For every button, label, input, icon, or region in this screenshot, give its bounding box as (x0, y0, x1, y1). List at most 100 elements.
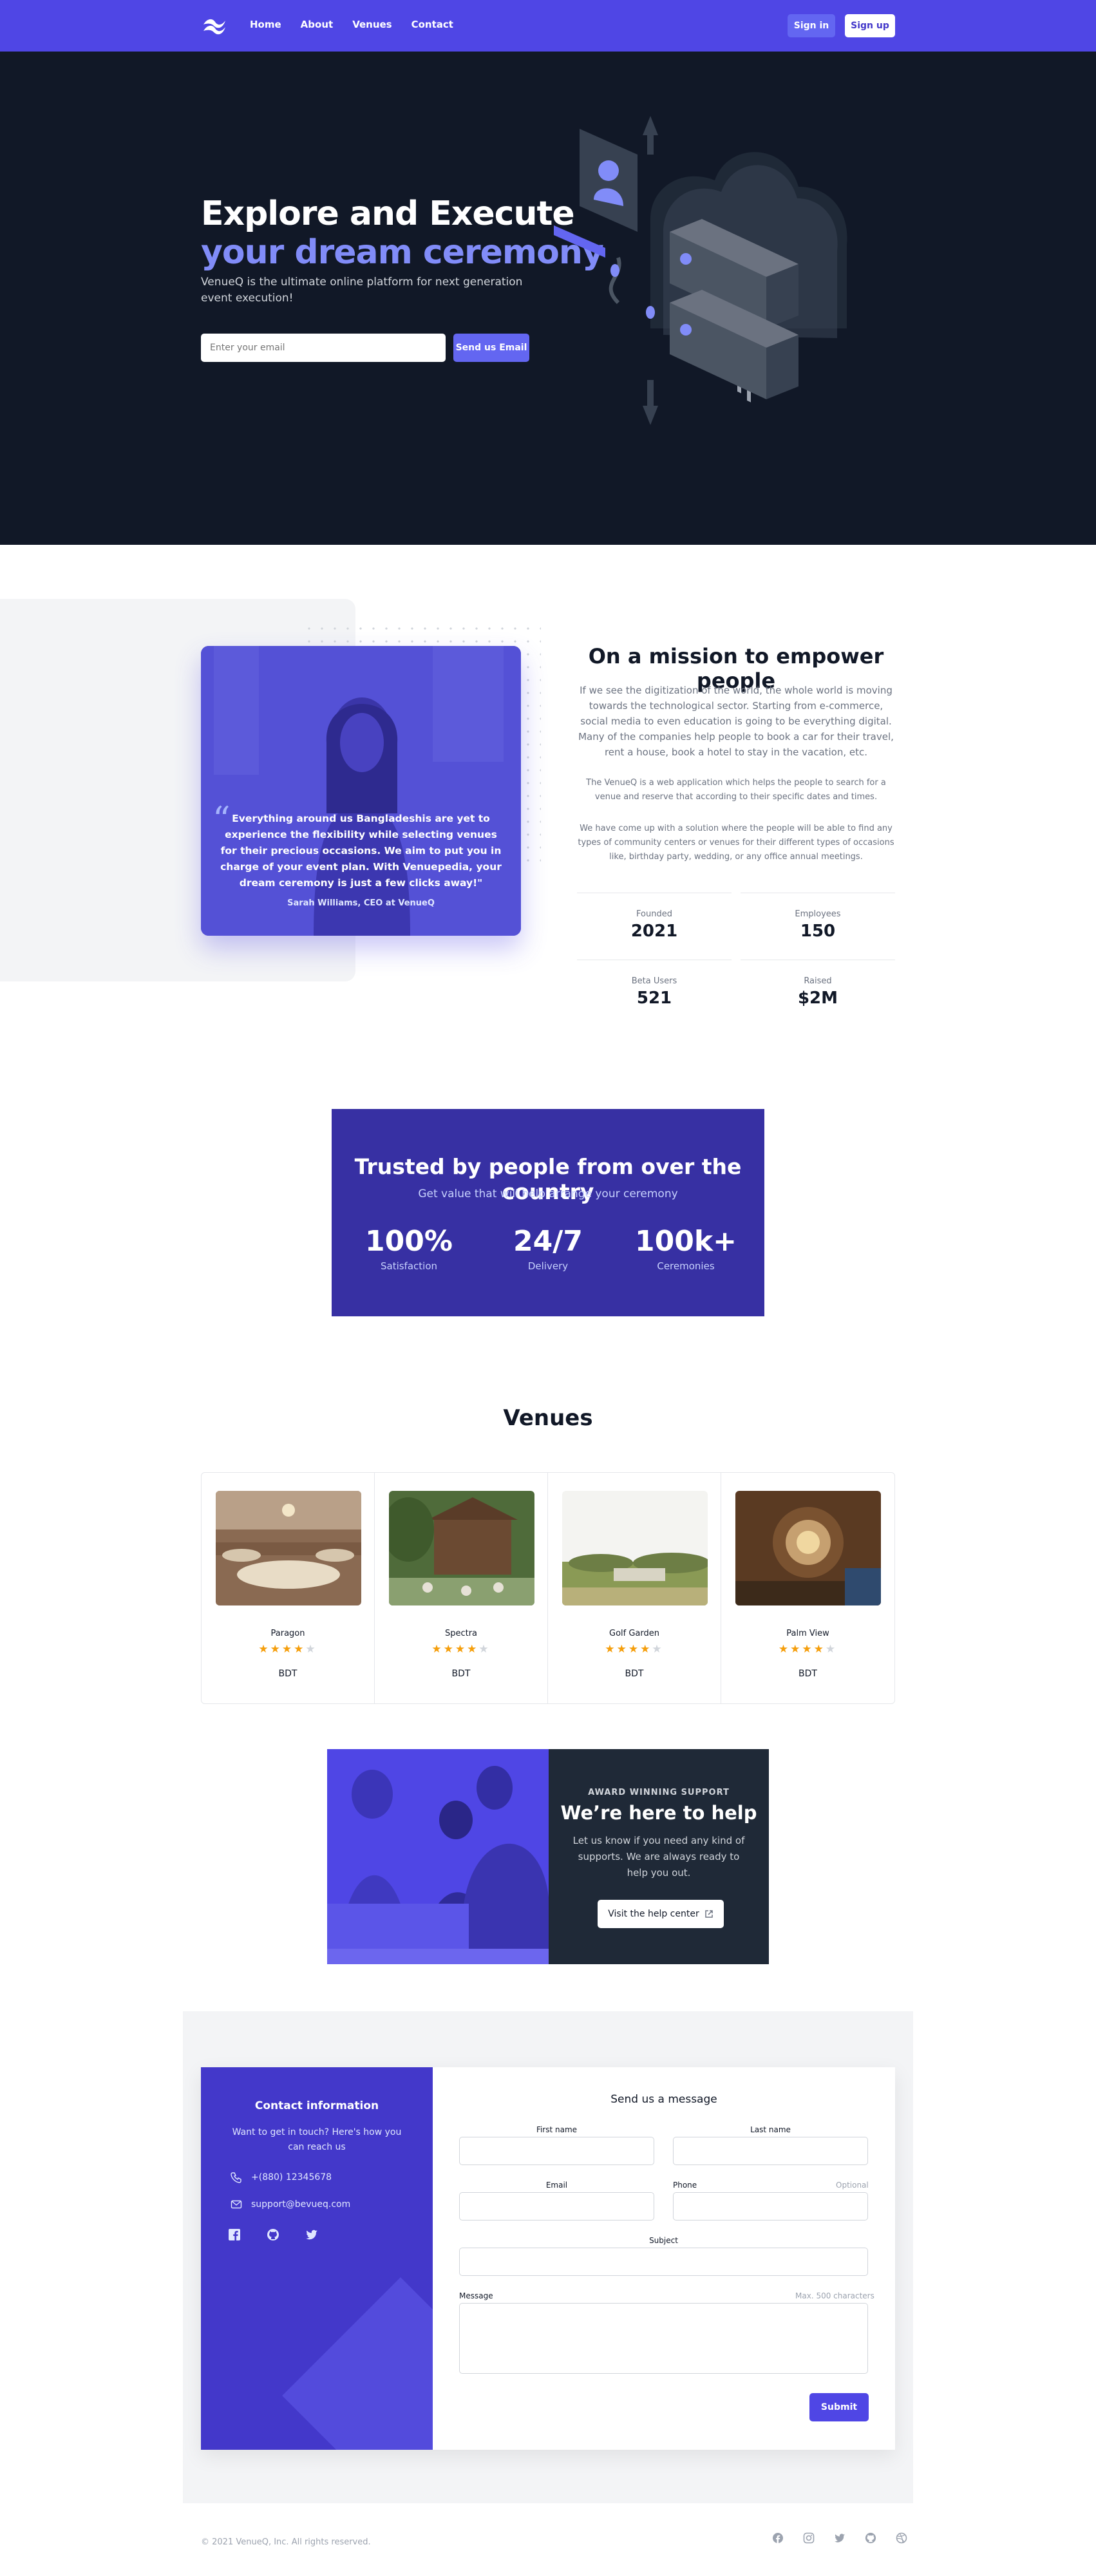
venue-currency: BDT (451, 1669, 471, 1679)
stat-founded: Founded 2021 (577, 893, 732, 960)
nav-link-about[interactable]: About (301, 19, 334, 30)
ceo-quote-card: “ Everything around us Bangladeshis are … (201, 646, 521, 936)
venue-rating-stars: ★★★★★ (431, 1643, 491, 1656)
mail-icon (231, 2200, 242, 2209)
trusted-banner: Trusted by people from over the country … (332, 1109, 764, 1316)
twitter-icon[interactable] (305, 2228, 318, 2241)
message-label: Message (459, 2291, 493, 2300)
subject-label: Subject (649, 2236, 678, 2245)
trusted-stat-ceremonies: 100k+ Ceremonies (621, 1225, 750, 1272)
contact-phone: +(880) 12345678 (231, 2172, 332, 2183)
hero-email-input[interactable] (201, 334, 446, 362)
venue-currency: BDT (625, 1669, 644, 1679)
nav-link-venues[interactable]: Venues (352, 19, 392, 30)
venue-photo[interactable] (216, 1491, 361, 1605)
phone-input[interactable] (673, 2192, 868, 2221)
hero-subtitle: VenueQ is the ultimate online platform f… (201, 276, 523, 305)
phone-icon (231, 2172, 241, 2183)
venue-photo[interactable] (735, 1491, 881, 1605)
help-panel: AWARD WINNING SUPPORT We’re here to help… (549, 1749, 769, 1964)
email-input[interactable] (459, 2192, 654, 2221)
twitter-icon[interactable] (833, 2532, 846, 2544)
stat-label: Raised (804, 976, 832, 986)
first-name-label: First name (536, 2125, 578, 2134)
help-center-button[interactable]: Visit the help center (598, 1900, 724, 1928)
help-kicker: AWARD WINNING SUPPORT (588, 1788, 730, 1797)
footer-copyright: © 2021 VenueQ, Inc. All rights reserved. (201, 2537, 371, 2547)
stat-employees: Employees 150 (741, 893, 895, 960)
phone-label: Phone (673, 2181, 697, 2190)
stat-value: 521 (636, 989, 672, 1008)
trusted-stat-label: Ceremonies (657, 1260, 715, 1272)
logo-icon[interactable] (201, 17, 228, 35)
hero-section: Explore and Execute your dream ceremony … (0, 52, 1096, 545)
submit-button[interactable]: Submit (809, 2393, 869, 2421)
venue-currency: BDT (798, 1669, 817, 1679)
contact-email-text: support@bevueq.com (251, 2199, 351, 2210)
venue-rating-stars: ★★★★★ (778, 1643, 838, 1656)
contact-info-panel: Contact information Want to get in touch… (201, 2067, 433, 2450)
subject-input[interactable] (459, 2248, 868, 2276)
hero-title: Explore and Execute your dream ceremony (201, 194, 604, 272)
stat-label: Beta Users (631, 976, 677, 986)
venue-rating-stars: ★★★★★ (605, 1643, 664, 1656)
trusted-stat-delivery: 24/7 Delivery (484, 1225, 612, 1272)
dribbble-icon[interactable] (895, 2532, 908, 2544)
nav-link-home[interactable]: Home (250, 19, 281, 30)
message-max-hint: Max. 500 characters (795, 2291, 874, 2300)
form-title: Send us a message (610, 2093, 717, 2106)
phone-optional-hint: Optional (836, 2181, 869, 2190)
contact-email: support@bevueq.com (231, 2199, 350, 2210)
github-icon[interactable] (864, 2532, 877, 2544)
trusted-subtitle: Get value that will help arrange your ce… (418, 1188, 678, 1200)
ceo-photo (201, 646, 521, 936)
instagram-icon[interactable] (802, 2532, 815, 2544)
facebook-icon[interactable] (771, 2532, 784, 2544)
venue-card-palm-view[interactable]: Palm View ★★★★★ BDT (721, 1473, 894, 1703)
venue-name: Spectra (444, 1629, 478, 1638)
mission-paragraph-3: We have come up with a solution where th… (578, 824, 894, 862)
venue-card-spectra[interactable]: Spectra ★★★★★ BDT (375, 1473, 548, 1703)
help-center-button-label: Visit the help center (608, 1909, 699, 1919)
stat-label: Employees (795, 909, 841, 919)
nav-links: Home About Venues Contact (250, 19, 453, 30)
stat-raised: Raised $2M (741, 960, 895, 1027)
nav-link-contact[interactable]: Contact (411, 19, 453, 30)
venue-name: Paragon (270, 1629, 305, 1638)
first-name-input[interactable] (459, 2137, 654, 2165)
stat-beta-users: Beta Users 521 (577, 960, 732, 1027)
trusted-stat-label: Delivery (527, 1260, 569, 1272)
message-textarea[interactable] (459, 2303, 868, 2374)
venue-card-golf-garden[interactable]: Golf Garden ★★★★★ BDT (548, 1473, 721, 1703)
contact-phone-text: +(880) 12345678 (251, 2172, 332, 2183)
last-name-label: Last name (750, 2125, 791, 2134)
external-link-icon (704, 1910, 713, 1918)
send-email-button[interactable]: Send us Email (453, 334, 529, 362)
venues-title: Venues (503, 1405, 593, 1431)
last-name-input[interactable] (673, 2137, 868, 2165)
footer-social-links (771, 2532, 908, 2544)
stat-value: 2021 (630, 922, 678, 941)
facebook-icon[interactable] (228, 2228, 241, 2241)
trusted-stat-label: Satisfaction (380, 1260, 438, 1272)
venue-card-paragon[interactable]: Paragon ★★★★★ BDT (202, 1473, 375, 1703)
top-navbar: Home About Venues Contact Sign in Sign u… (0, 0, 1096, 52)
stat-label: Founded (636, 909, 672, 919)
trusted-stat-value: 24/7 (513, 1225, 583, 1258)
venue-rating-stars: ★★★★★ (258, 1643, 317, 1656)
quote-author: Sarah Williams, CEO at VenueQ (287, 898, 435, 908)
venue-name: Palm View (786, 1629, 829, 1638)
venues-grid: Paragon ★★★★★ BDT Spectra ★★★★★ BDT Golf… (201, 1472, 895, 1704)
github-icon[interactable] (267, 2228, 279, 2241)
venue-photo[interactable] (389, 1491, 534, 1605)
mission-paragraph-2: The VenueQ is a web application which he… (586, 778, 886, 802)
support-team-photo (327, 1749, 549, 1964)
venue-name: Golf Garden (609, 1629, 659, 1638)
sign-up-button[interactable]: Sign up (845, 14, 895, 37)
venue-photo[interactable] (562, 1491, 708, 1605)
venue-currency: BDT (278, 1669, 298, 1679)
hero-title-line1: Explore and Execute (201, 194, 575, 233)
mission-paragraph-1: If we see the digitization of the world,… (578, 685, 894, 758)
sign-in-button[interactable]: Sign in (788, 14, 835, 37)
trusted-stat-value: 100k+ (635, 1225, 737, 1258)
